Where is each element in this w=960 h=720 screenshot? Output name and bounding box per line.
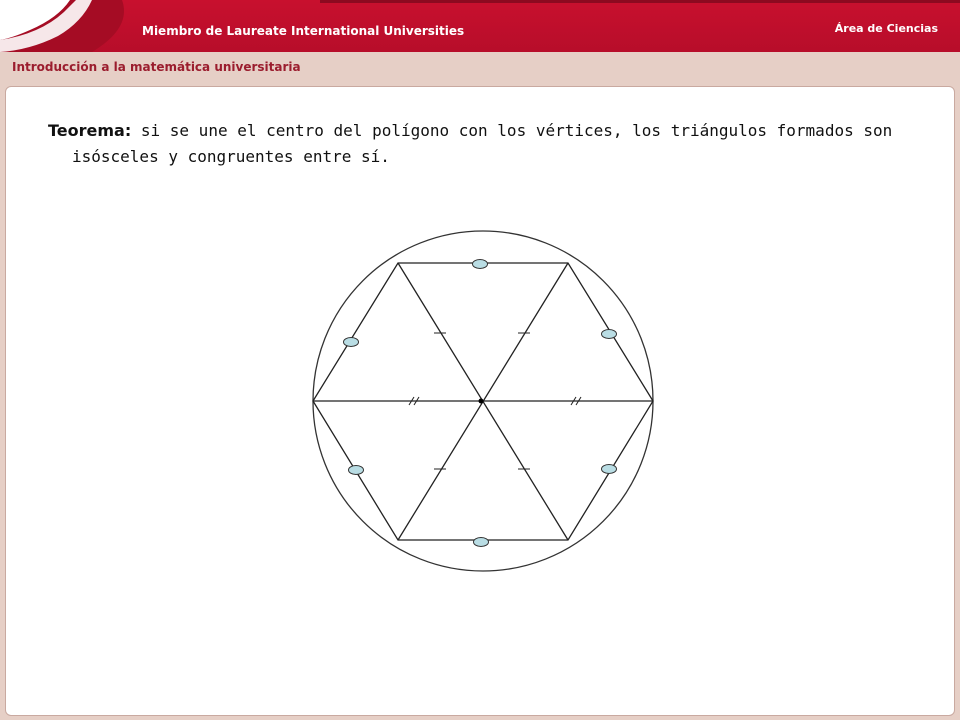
side-marker	[348, 465, 364, 475]
side-marker	[601, 464, 617, 474]
theorem-label: Teorema:	[48, 121, 132, 140]
top-banner: Miembro de Laureate International Univer…	[0, 0, 960, 52]
course-title: Introducción a la matemática universitar…	[12, 60, 301, 74]
hexagon-figure	[312, 230, 654, 572]
theorem-statement: Teorema: si se une el centro del polígon…	[48, 118, 932, 170]
university-logo-icon	[0, 0, 124, 52]
side-marker	[472, 259, 488, 269]
center-point	[478, 398, 484, 404]
side-marker	[343, 337, 359, 347]
area-text: Área de Ciencias	[834, 22, 938, 35]
theorem-text: si se une el centro del polígono con los…	[72, 121, 893, 166]
member-text: Miembro de Laureate International Univer…	[142, 24, 465, 38]
side-marker	[473, 537, 489, 547]
top-strip	[320, 0, 960, 3]
course-title-bar: Introducción a la matemática universitar…	[0, 52, 960, 84]
side-marker	[601, 329, 617, 339]
